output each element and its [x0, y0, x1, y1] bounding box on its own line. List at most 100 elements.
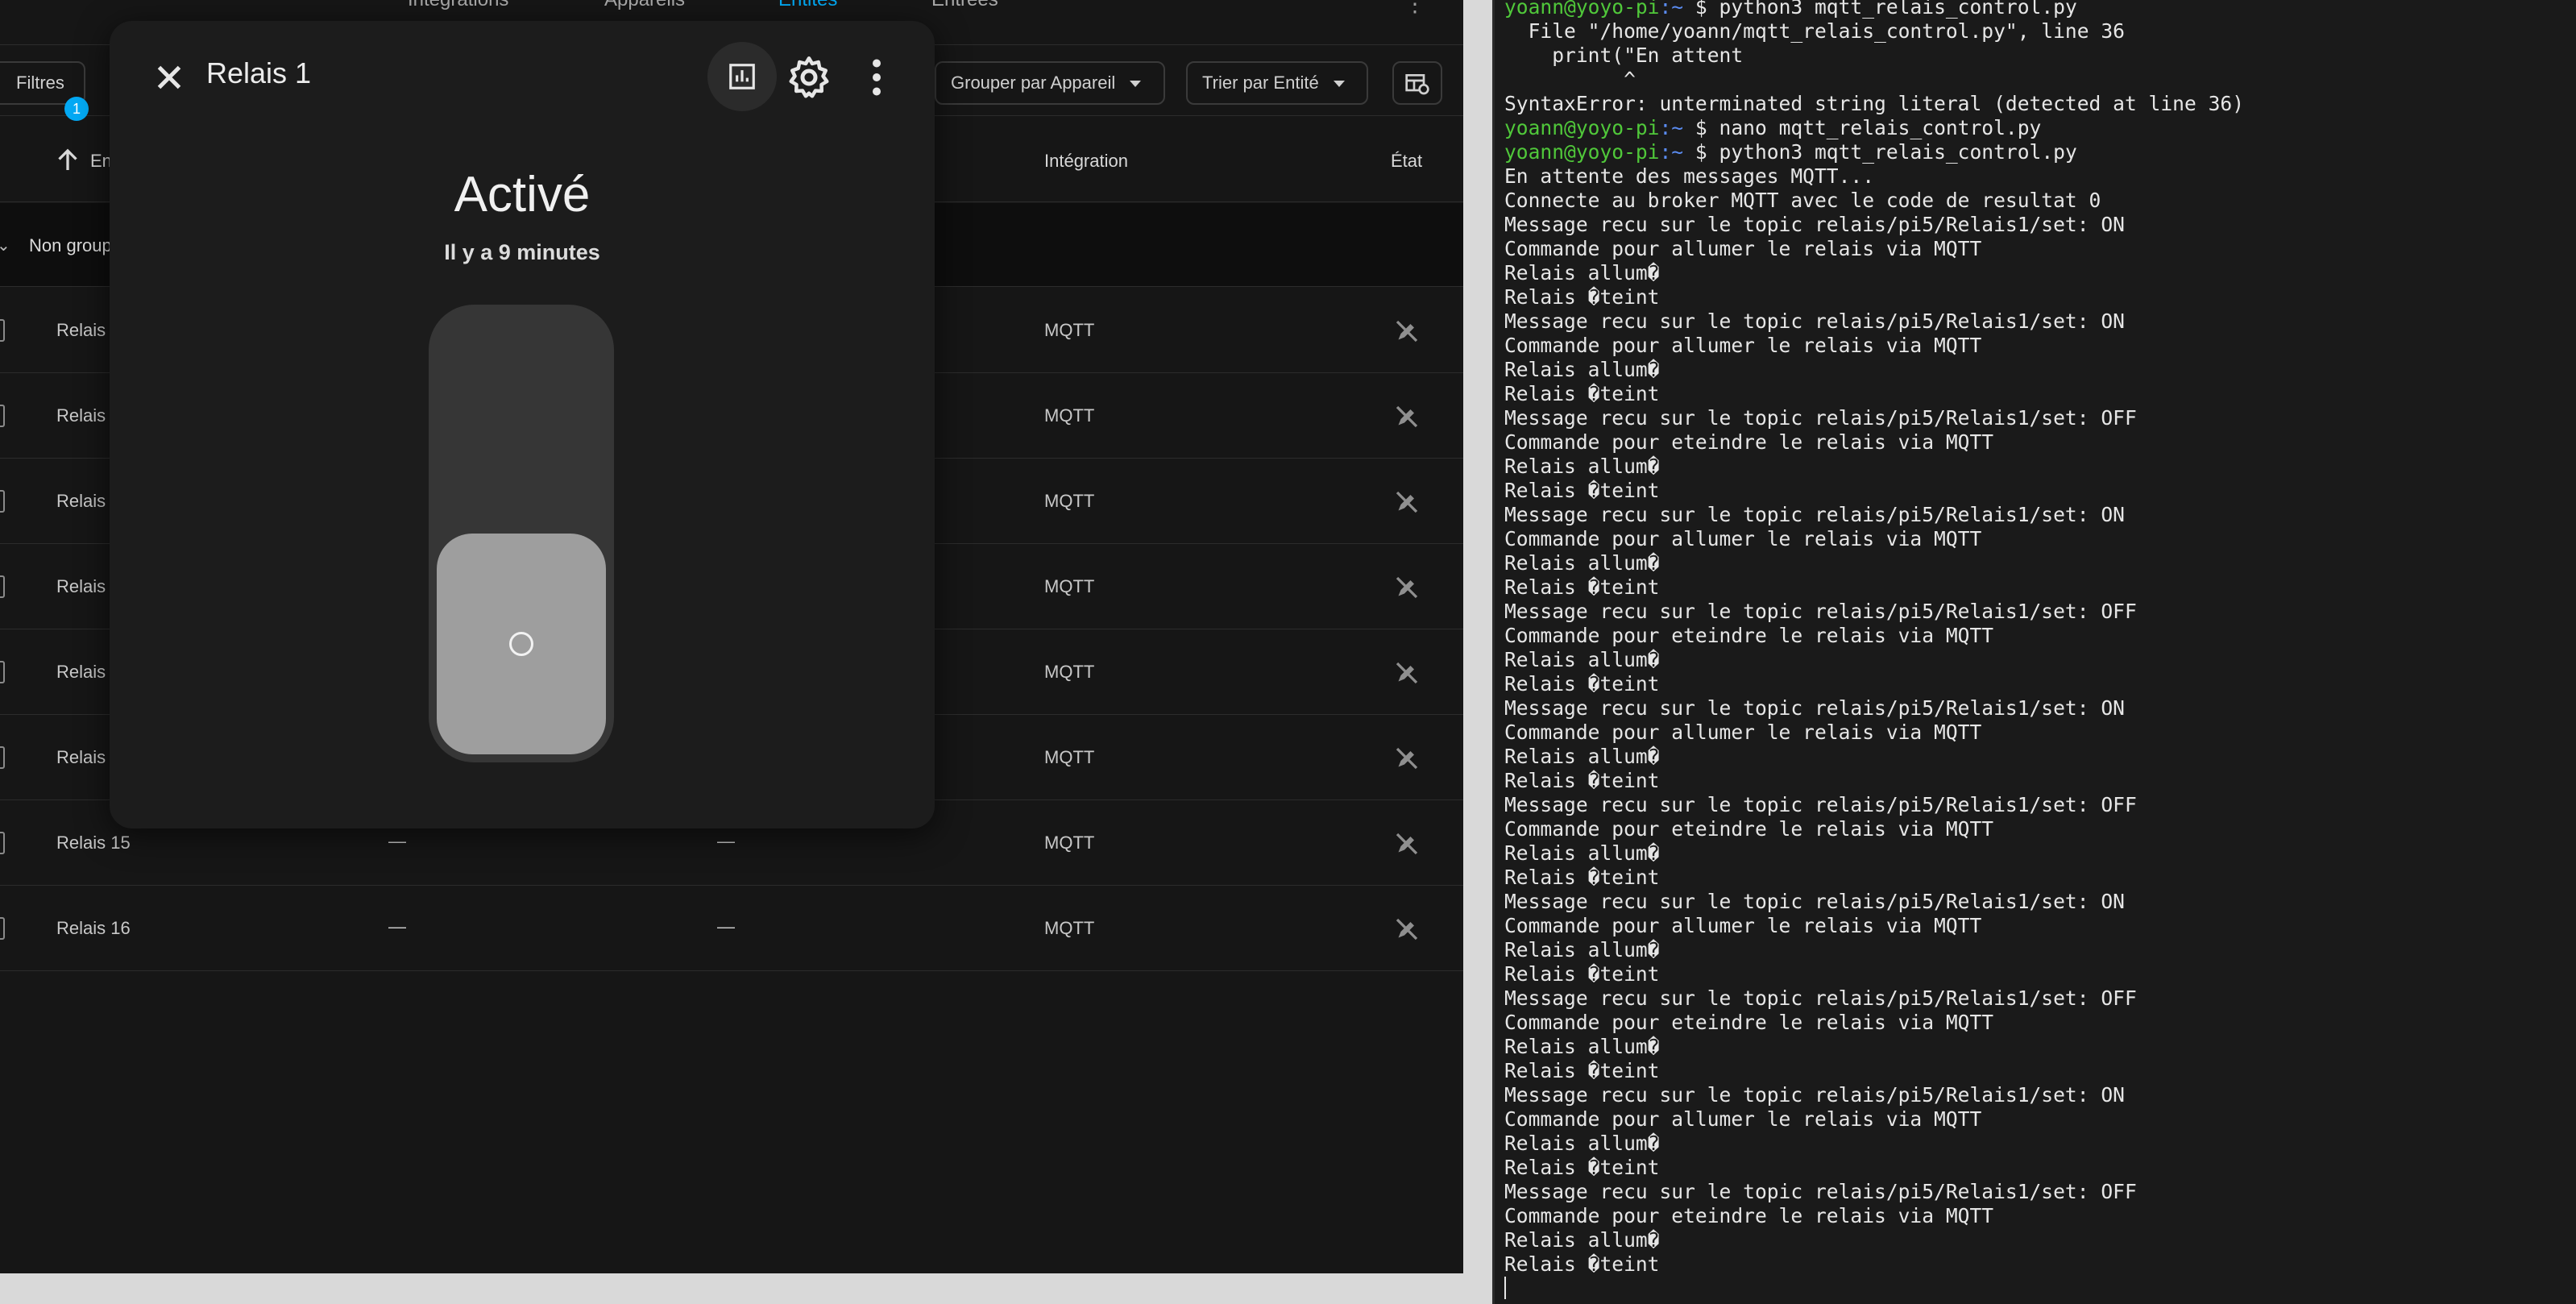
row-checkbox[interactable] [0, 917, 5, 940]
terminal-output-line: Relais allum� [1504, 745, 1660, 768]
group-by-label: Grouper par Appareil [951, 73, 1116, 93]
terminal-output-line: Message recu sur le topic relais/pi5/Rel… [1504, 1083, 2125, 1107]
terminal-output-line: Relais allum� [1504, 1035, 1660, 1058]
dots-vertical-icon[interactable] [852, 53, 901, 102]
column-header-integration[interactable]: Intégration [1044, 151, 1128, 172]
dialog-title: Relais 1 [206, 56, 312, 89]
tab-devices[interactable]: Appareils [604, 0, 685, 11]
prompt-command: $ python3 mqtt_relais_control.py [1683, 140, 2077, 164]
chevron-down-icon: ⌄ [0, 237, 10, 255]
entity-integration: MQTT [1044, 918, 1095, 938]
overflow-menu-icon[interactable]: ⋮ [1399, 0, 1431, 16]
terminal-output-line: File "/home/yoann/mqtt_relais_control.py… [1504, 19, 2125, 43]
prompt-path: :~ [1659, 140, 1684, 164]
prompt-user: yoann@yoyo-pi [1504, 140, 1660, 164]
pencil-off-icon[interactable] [1392, 573, 1421, 602]
entity-name: Relais [56, 747, 106, 767]
history-button[interactable] [707, 42, 777, 111]
entity-state: Activé [454, 167, 591, 222]
entity-device: — [717, 916, 735, 936]
terminal-output: yoann@yoyo-pi:~ $ python3 mqtt_relais_co… [1504, 0, 2244, 1301]
entity-area: — [388, 916, 406, 936]
terminal-output-line: Relais �teint [1504, 866, 1660, 889]
row-checkbox[interactable] [0, 575, 5, 598]
terminal-output-line: Relais �teint [1504, 575, 1660, 599]
entity-device: — [717, 831, 735, 851]
terminal-output-line: Message recu sur le topic relais/pi5/Rel… [1504, 793, 2137, 816]
entity-integration: MQTT [1044, 576, 1095, 596]
row-checkbox[interactable] [0, 832, 5, 854]
last-changed: Il y a 9 minutes [444, 240, 600, 264]
table-cog-icon [1405, 74, 1429, 95]
entity-name: Relais [56, 576, 106, 596]
terminal-output-line: Commande pour allumer le relais via MQTT [1504, 334, 1982, 357]
entity-name: Relais [56, 491, 106, 511]
row-checkbox[interactable] [0, 746, 5, 769]
terminal-output-line: Message recu sur le topic relais/pi5/Rel… [1504, 406, 2137, 430]
terminal-output-line: Relais �teint [1504, 1252, 1660, 1276]
sort-by-dropdown[interactable]: Trier par Entité [1186, 61, 1368, 105]
history-chart-icon [729, 64, 755, 89]
terminal-output-line: Commande pour eteindre le relais via MQT… [1504, 817, 1994, 841]
pencil-off-icon[interactable] [1392, 402, 1421, 431]
terminal-output-line: Relais allum� [1504, 358, 1660, 381]
terminal-output-line: Relais allum� [1504, 1132, 1660, 1155]
group-by-dropdown[interactable]: Grouper par Appareil [935, 61, 1165, 105]
table-row[interactable]: Relais 16 — — MQTT [0, 886, 1463, 971]
prompt-user: yoann@yoyo-pi [1504, 116, 1660, 139]
terminal-output-line: Message recu sur le topic relais/pi5/Rel… [1504, 213, 2125, 236]
switch-thumb[interactable] [437, 534, 606, 754]
pencil-off-icon[interactable] [1392, 317, 1421, 346]
tab-entities[interactable]: Entités [778, 0, 837, 11]
terminal-output-line: Commande pour eteindre le relais via MQT… [1504, 1011, 1994, 1034]
terminal-output-line: Relais �teint [1504, 672, 1660, 696]
pencil-off-icon[interactable] [1392, 488, 1421, 517]
terminal-output-line: Commande pour allumer le relais via MQTT [1504, 1107, 1982, 1131]
tab-helpers[interactable]: Entrées [931, 0, 998, 11]
gear-icon[interactable] [785, 53, 833, 102]
pencil-off-icon[interactable] [1392, 829, 1421, 858]
pencil-off-icon[interactable] [1392, 658, 1421, 687]
terminal-output-line: Commande pour eteindre le relais via MQT… [1504, 624, 1994, 647]
terminal-output-line: Commande pour allumer le relais via MQTT [1504, 237, 1982, 260]
power-on-indicator-icon [509, 632, 533, 656]
prompt-user: yoann@yoyo-pi [1504, 0, 1660, 19]
terminal-output-line: Relais allum� [1504, 938, 1660, 961]
row-checkbox[interactable] [0, 490, 5, 513]
column-header-state[interactable]: État [1391, 151, 1422, 172]
tab-integrations[interactable]: Intégrations [408, 0, 508, 11]
terminal-output-line: Message recu sur le topic relais/pi5/Rel… [1504, 986, 2137, 1010]
pencil-off-icon[interactable] [1392, 915, 1421, 944]
terminal-output-line: Relais �teint [1504, 769, 1660, 792]
sort-by-label: Trier par Entité [1202, 73, 1319, 93]
terminal-output-line: print("En attent [1504, 44, 1744, 67]
row-checkbox[interactable] [0, 319, 5, 342]
row-checkbox[interactable] [0, 661, 5, 683]
terminal-output-line: Message recu sur le topic relais/pi5/Rel… [1504, 503, 2125, 526]
entity-name: Relais [56, 662, 106, 682]
terminal-output-line: Commande pour allumer le relais via MQTT [1504, 914, 1982, 937]
pencil-off-icon[interactable] [1392, 744, 1421, 773]
terminal-output-line: Relais allum� [1504, 1228, 1660, 1252]
row-checkbox[interactable] [0, 405, 5, 427]
entity-integration: MQTT [1044, 491, 1095, 511]
terminal-output-line: Relais allum� [1504, 261, 1660, 284]
terminal-output-line: Commande pour eteindre le relais via MQT… [1504, 430, 1994, 454]
entity-integration: MQTT [1044, 662, 1095, 682]
column-header-entity[interactable]: En [90, 151, 112, 172]
arrow-up-icon[interactable] [53, 146, 82, 175]
big-switch-toggle[interactable] [429, 305, 614, 762]
table-settings-button[interactable] [1392, 61, 1442, 105]
terminal-window[interactable]: yoann@yoyo-pi:~ $ python3 mqtt_relais_co… [1492, 0, 2576, 1304]
terminal-output-line: Commande pour allumer le relais via MQTT [1504, 527, 1982, 550]
entity-name: Relais [56, 405, 106, 426]
terminal-output-line: Relais �teint [1504, 479, 1660, 502]
entity-integration: MQTT [1044, 747, 1095, 767]
terminal-output-line: Relais allum� [1504, 648, 1660, 671]
close-icon[interactable] [145, 53, 193, 102]
chevron-down-icon [1130, 81, 1142, 88]
prompt-command: $ nano mqtt_relais_control.py [1683, 116, 2042, 139]
filters-label: Filtres [16, 73, 64, 93]
terminal-prompt-line: yoann@yoyo-pi:~ $ python3 mqtt_relais_co… [1504, 140, 2244, 164]
terminal-output-line: Relais �teint [1504, 382, 1660, 405]
